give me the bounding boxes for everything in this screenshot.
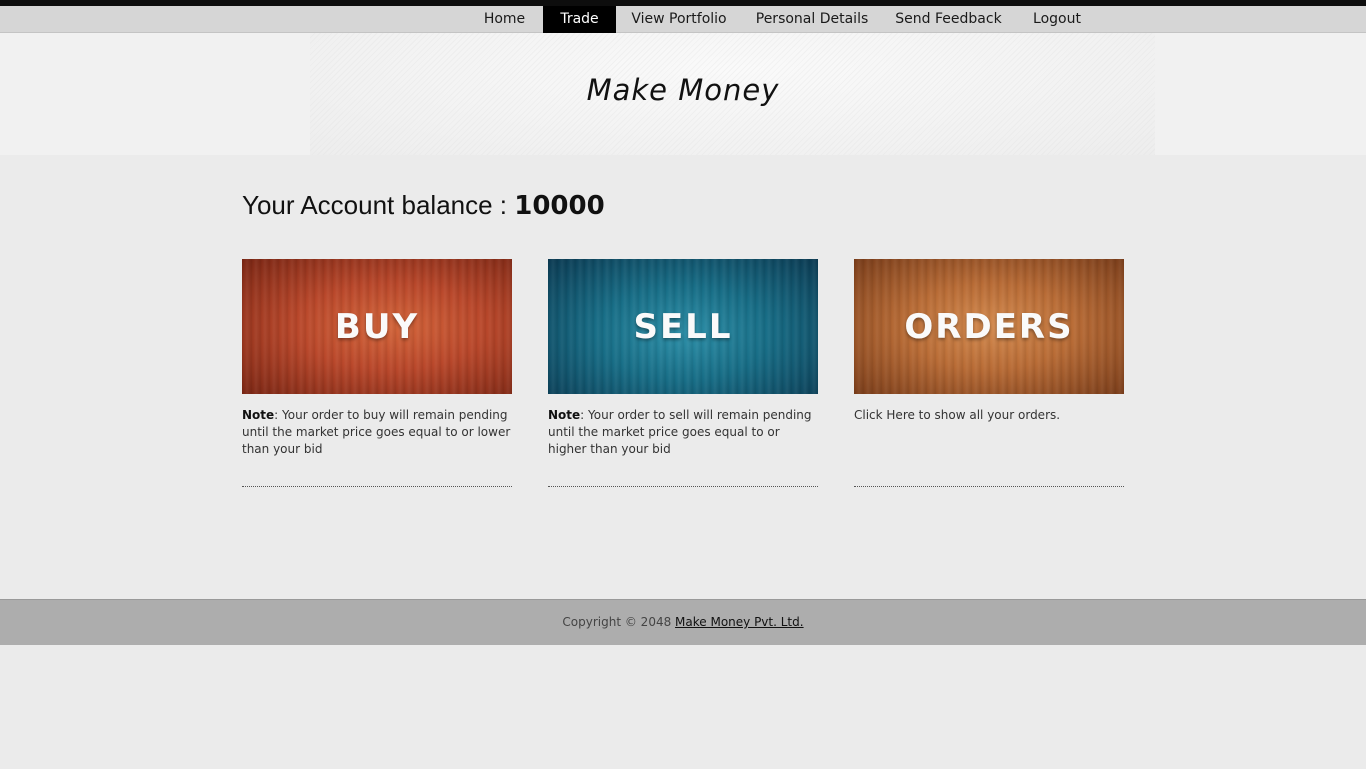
divider xyxy=(548,486,818,487)
sell-button[interactable]: SELL xyxy=(548,259,818,394)
orders-button[interactable]: ORDERS xyxy=(854,259,1124,394)
orders-note: Click Here to show all your orders. xyxy=(854,407,1124,470)
sell-note: Note: Your order to sell will remain pen… xyxy=(548,407,818,470)
buy-banner-label: BUY xyxy=(334,306,420,347)
nav-logout[interactable]: Logout xyxy=(1025,6,1089,32)
orders-note-text[interactable]: Click Here to show all your orders. xyxy=(854,408,1060,422)
divider xyxy=(854,486,1124,487)
buy-note: Note: Your order to buy will remain pend… xyxy=(242,407,512,470)
balance-label: Your Account balance : xyxy=(242,190,515,220)
site-title: Make Money xyxy=(586,73,780,107)
company-link[interactable]: Make Money Pvt. Ltd. xyxy=(675,615,804,629)
copyright-text: Copyright © 2048 xyxy=(562,615,676,629)
buy-button[interactable]: BUY xyxy=(242,259,512,394)
buy-note-prefix: Note xyxy=(242,408,275,422)
nav-send-feedback[interactable]: Send Feedback xyxy=(888,6,1009,32)
buy-card: BUY Note: Your order to buy will remain … xyxy=(242,259,512,487)
buy-note-text: : Your order to buy will remain pending … xyxy=(242,408,511,456)
divider xyxy=(242,486,512,487)
sell-card: SELL Note: Your order to sell will remai… xyxy=(548,259,818,487)
nav-trade[interactable]: Trade xyxy=(543,6,616,36)
orders-banner-label: ORDERS xyxy=(904,306,1074,347)
balance-value: 10000 xyxy=(514,191,605,221)
main-nav: Home Trade View Portfolio Personal Detai… xyxy=(0,6,1366,36)
nav-view-portfolio[interactable]: View Portfolio xyxy=(624,6,734,32)
site-footer: Copyright © 2048 Make Money Pvt. Ltd. xyxy=(0,599,1366,645)
sell-banner-label: SELL xyxy=(633,306,733,347)
sell-note-text: : Your order to sell will remain pending… xyxy=(548,408,812,456)
sell-note-prefix: Note xyxy=(548,408,581,422)
nav-personal-details[interactable]: Personal Details xyxy=(748,6,876,32)
orders-card: ORDERS Click Here to show all your order… xyxy=(854,259,1124,487)
site-header: Make Money xyxy=(0,33,1366,155)
nav-home[interactable]: Home xyxy=(474,6,535,32)
account-balance: Your Account balance : 10000 xyxy=(242,190,605,221)
